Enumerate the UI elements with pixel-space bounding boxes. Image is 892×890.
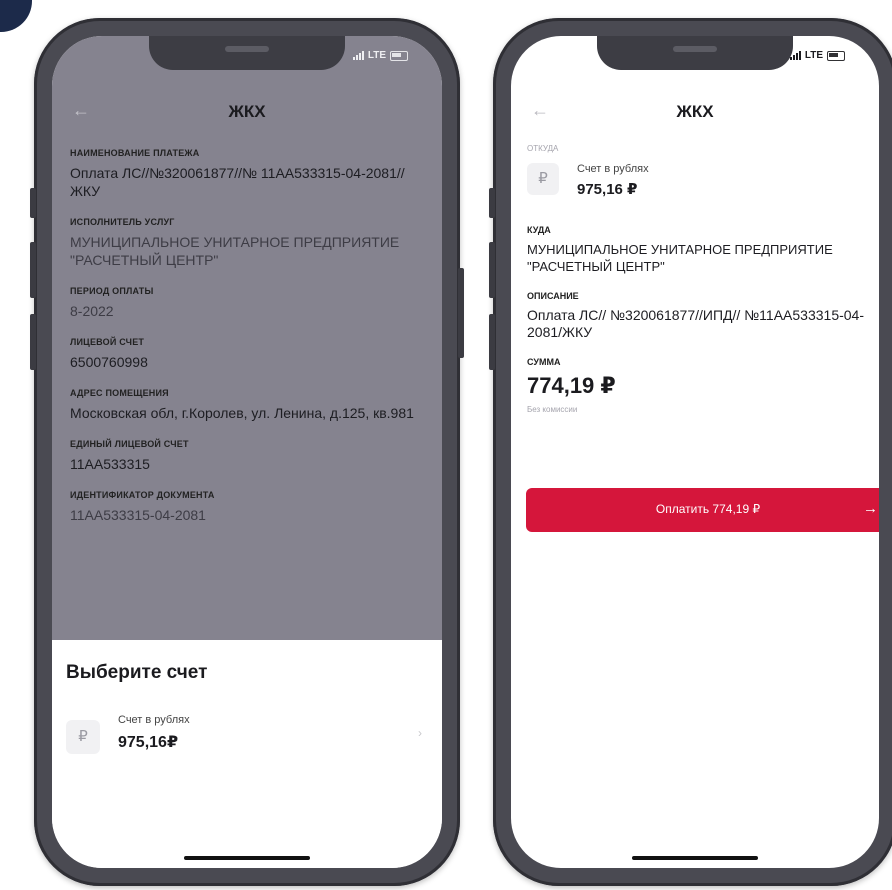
field-value: 8-2022 [70,303,114,319]
phone-frame-right: LTE ← ЖКХ ОТКУДА ₽ Счет в рублях 975,16 … [489,18,892,886]
home-indicator [632,856,758,860]
field-provider: ИСПОЛНИТЕЛЬ УСЛУГ МУНИЦИПАЛЬНОЕ УНИТАРНО… [70,217,422,269]
pay-button-label: Оплатить 774,19 ₽ [655,502,761,516]
description-label: ОПИСАНИЕ [527,291,579,301]
description-value: Оплата ЛС// №320061877//ИПД// №11АА53331… [527,307,865,340]
phone-power-button [458,268,464,358]
ruble-icon: ₽ [527,163,559,195]
account-option[interactable]: ₽ Счет в рублях 975,16₽ › [66,712,422,766]
page-title: ЖКХ [676,102,714,121]
network-type: LTE [804,50,823,61]
corner-badge [0,0,32,32]
field-label: ЛИЦЕВОЙ СЧЕТ [70,337,145,347]
field-label: АДРЕС ПОМЕЩЕНИЯ [70,388,169,398]
field-payment-name: НАИМЕНОВАНИЕ ПЛАТЕЖА Оплата ЛС//№3200618… [70,148,422,200]
from-label: ОТКУДА [527,144,559,153]
to-value: МУНИЦИПАЛЬНОЕ УНИТАРНОЕ ПРЕДПРИЯТИЕ "РАС… [527,242,833,274]
payment-confirmation: ОТКУДА ₽ Счет в рублях 975,16 ₽ КУДА МУН… [527,144,867,414]
chevron-right-icon: › [418,726,422,740]
sheet-title: Выберите счет [66,662,208,683]
field-account-number: ЛИЦЕВОЙ СЧЕТ 6500760998 [70,337,422,371]
field-document-id: ИДЕНТИФИКАТОР ДОКУМЕНТА 11АА533315-04-20… [70,490,422,524]
phone-volume-down [489,314,495,370]
ruble-icon: ₽ [66,720,100,754]
phone-screen-right: LTE ← ЖКХ ОТКУДА ₽ Счет в рублях 975,16 … [511,36,879,868]
phone-frame-left: LTE ← ЖКХ НАИМЕНОВАНИЕ ПЛАТЕЖА Оплата ЛС… [30,18,464,886]
nav-bar: ← ЖКХ [511,98,879,128]
field-label: ИДЕНТИФИКАТОР ДОКУМЕНТА [70,490,215,500]
phone-volume-up [30,242,36,298]
phone-notch [149,36,345,70]
status-bar: LTE [789,50,845,61]
phone-notch [597,36,793,70]
account-balance: 975,16₽ [118,734,179,751]
status-bar: LTE [352,50,408,61]
to-label: КУДА [527,225,551,235]
field-label: НАИМЕНОВАНИЕ ПЛАТЕЖА [70,148,200,158]
battery-icon [390,50,408,61]
field-value: Оплата ЛС//№320061877//№ 11АА533315-04-2… [70,165,405,199]
field-label: ПЕРИОД ОПЛАТЫ [70,286,154,296]
account-picker-sheet: Выберите счет ₽ Счет в рублях 975,16₽ › [52,640,442,868]
sum-value: 774,19 ₽ [527,373,616,398]
field-label: ЕДИНЫЙ ЛИЦЕВОЙ СЧЕТ [70,439,189,449]
fee-note: Без комиссии [527,405,578,414]
phone-screen-left: LTE ← ЖКХ НАИМЕНОВАНИЕ ПЛАТЕЖА Оплата ЛС… [52,36,442,868]
field-value: 11АА533315-04-2081 [70,507,206,523]
arrow-right-icon: → [863,500,878,517]
field-label: ИСПОЛНИТЕЛЬ УСЛУГ [70,217,175,227]
notch-speaker [673,46,717,52]
account-name: Счет в рублях [577,163,649,175]
field-address: АДРЕС ПОМЕЩЕНИЯ Московская обл, г.Короле… [70,388,422,422]
pay-button[interactable]: Оплатить 774,19 ₽ → [526,488,879,532]
network-type: LTE [367,50,386,61]
field-value: 6500760998 [70,354,148,370]
field-value: МУНИЦИПАЛЬНОЕ УНИТАРНОЕ ПРЕДПРИЯТИЕ "РАС… [70,234,400,268]
phone-mute-switch [30,188,36,218]
signal-icon [352,51,364,60]
sum-label: СУММА [527,357,561,367]
nav-bar: ← ЖКХ [52,98,442,128]
account-balance: 975,16 ₽ [577,181,638,198]
battery-icon [827,50,845,61]
field-value: 11АА533315 [70,456,150,472]
page-title: ЖКХ [228,102,266,121]
field-value: Московская обл, г.Королев, ул. Ленина, д… [70,405,414,421]
phone-volume-down [30,314,36,370]
signal-icon [789,51,801,60]
phone-mute-switch [489,188,495,218]
source-account[interactable]: ₽ Счет в рублях 975,16 ₽ [527,163,867,213]
phone-volume-up [489,242,495,298]
field-unified-account: ЕДИНЫЙ ЛИЦЕВОЙ СЧЕТ 11АА533315 [70,439,422,473]
payment-details: НАИМЕНОВАНИЕ ПЛАТЕЖА Оплата ЛС//№3200618… [70,148,422,541]
field-period: ПЕРИОД ОПЛАТЫ 8-2022 [70,286,422,320]
account-name: Счет в рублях [118,714,190,726]
notch-speaker [225,46,269,52]
home-indicator [184,856,310,860]
